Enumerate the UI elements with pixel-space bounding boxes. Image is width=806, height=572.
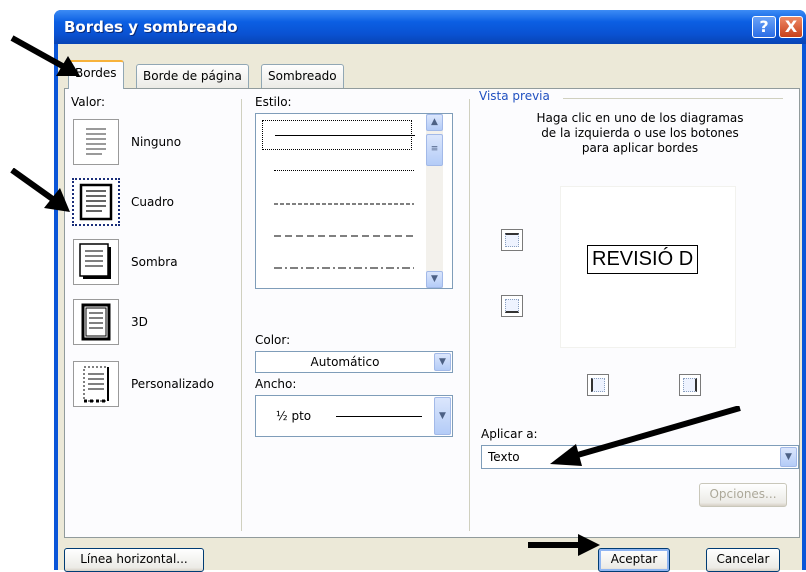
- setting-cuadro-label: Cuadro: [131, 195, 174, 209]
- valor-label: Valor:: [71, 95, 106, 109]
- setting-3d-label: 3D: [131, 315, 148, 329]
- color-label: Color:: [255, 333, 291, 347]
- ancho-value: ½ pto: [276, 409, 312, 423]
- border-bottom-button[interactable]: [501, 295, 523, 317]
- style-item-dotted[interactable]: [262, 156, 414, 186]
- tab-sombreado-label: Sombreado: [268, 69, 337, 83]
- setting-personalizado-button[interactable]: [73, 361, 119, 407]
- linea-horizontal-button[interactable]: Línea horizontal...: [64, 548, 204, 572]
- style-line-solid: [275, 135, 415, 136]
- setting-ninguno-button[interactable]: [73, 119, 119, 165]
- border-3d-icon: [81, 303, 111, 341]
- style-line-dashed: [274, 235, 414, 237]
- border-left-icon: [591, 378, 605, 392]
- border-top-icon: [505, 233, 519, 247]
- border-top-button[interactable]: [501, 229, 523, 251]
- preview-area[interactable]: REVISIÓ D: [561, 187, 735, 347]
- annotation-arrow-icon: [528, 534, 600, 556]
- annotation-arrow-icon: [10, 35, 80, 76]
- style-line-dashed-fine: [274, 203, 414, 205]
- estilo-label: Estilo:: [255, 95, 292, 109]
- scroll-down-arrow-icon[interactable]: ▼: [426, 271, 443, 288]
- border-right-button[interactable]: [679, 374, 701, 396]
- chevron-down-icon[interactable]: ▼: [780, 447, 797, 467]
- style-line-dash-dot: [274, 267, 414, 269]
- annotation-arrow-icon: [10, 168, 70, 212]
- aplicar-value: Texto: [488, 450, 520, 464]
- setting-sombra-button[interactable]: [73, 239, 119, 285]
- preview-group-line: [563, 98, 783, 99]
- border-shadow-icon: [79, 243, 111, 279]
- annotation-arrow-icon: [550, 406, 741, 466]
- cancelar-button[interactable]: Cancelar: [706, 548, 780, 572]
- dialog-title: Bordes y sombreado: [64, 18, 238, 36]
- chevron-down-icon[interactable]: ▼: [434, 353, 451, 371]
- bordes-y-sombreado-dialog: Bordes y sombreado ? X Bordes Borde de p…: [54, 10, 806, 572]
- setting-ninguno-label: Ninguno: [131, 135, 182, 149]
- aceptar-button[interactable]: Aceptar: [598, 548, 670, 572]
- chevron-down-icon[interactable]: ▼: [434, 397, 451, 435]
- tab-borde-de-pagina[interactable]: Borde de página: [136, 64, 249, 88]
- border-right-icon: [683, 378, 697, 392]
- ancho-dropdown[interactable]: ½ pto ▼: [255, 395, 453, 437]
- help-button[interactable]: ?: [752, 16, 776, 38]
- border-none-icon: [86, 128, 106, 155]
- title-bar[interactable]: Bordes y sombreado ? X: [54, 10, 806, 44]
- setting-3d-button[interactable]: [73, 299, 119, 345]
- tab-sombreado[interactable]: Sombreado: [261, 64, 344, 88]
- style-line-dotted: [274, 170, 414, 171]
- ancho-line-sample: [336, 416, 422, 417]
- border-bottom-icon: [505, 299, 519, 313]
- setting-personalizado-label: Personalizado: [131, 377, 214, 391]
- scroll-thumb[interactable]: ≡: [426, 134, 443, 166]
- tab-panel-bordes: Valor: Ninguno Cuadro Sombra 3D Personal…: [64, 88, 800, 538]
- border-box-icon: [79, 183, 113, 221]
- dialog-client-area: Bordes Borde de página Sombreado Valor: …: [58, 44, 802, 572]
- setting-sombra-label: Sombra: [131, 255, 178, 269]
- style-item-dashed[interactable]: [262, 222, 414, 252]
- border-custom-icon: [83, 366, 109, 403]
- ancho-label: Ancho:: [255, 377, 297, 391]
- preview-instructions: Haga clic en uno de los diagramas de la …: [536, 111, 744, 155]
- divider-left: [241, 99, 242, 531]
- style-list-scrollbar[interactable]: ▲ ≡ ▼: [426, 114, 443, 288]
- divider-right: [469, 99, 470, 531]
- color-value: Automático: [310, 355, 380, 369]
- style-list[interactable]: ▲ ≡ ▼: [255, 113, 453, 289]
- close-button[interactable]: X: [779, 16, 803, 38]
- border-left-button[interactable]: [587, 374, 609, 396]
- style-item-dash-dot[interactable]: [262, 254, 414, 284]
- color-dropdown[interactable]: Automático ▼: [255, 351, 453, 373]
- scroll-up-arrow-icon[interactable]: ▲: [426, 114, 443, 131]
- style-item-dashed-fine[interactable]: [262, 190, 414, 220]
- style-item-solid[interactable]: [262, 120, 415, 150]
- aplicar-label: Aplicar a:: [481, 427, 538, 441]
- setting-cuadro-button[interactable]: [72, 178, 120, 226]
- opciones-button[interactable]: Opciones...: [699, 483, 787, 507]
- preview-legend: Vista previa: [479, 89, 554, 103]
- preview-sample-text: REVISIÓ D: [587, 245, 699, 274]
- tab-borde-de-pagina-label: Borde de página: [143, 69, 242, 83]
